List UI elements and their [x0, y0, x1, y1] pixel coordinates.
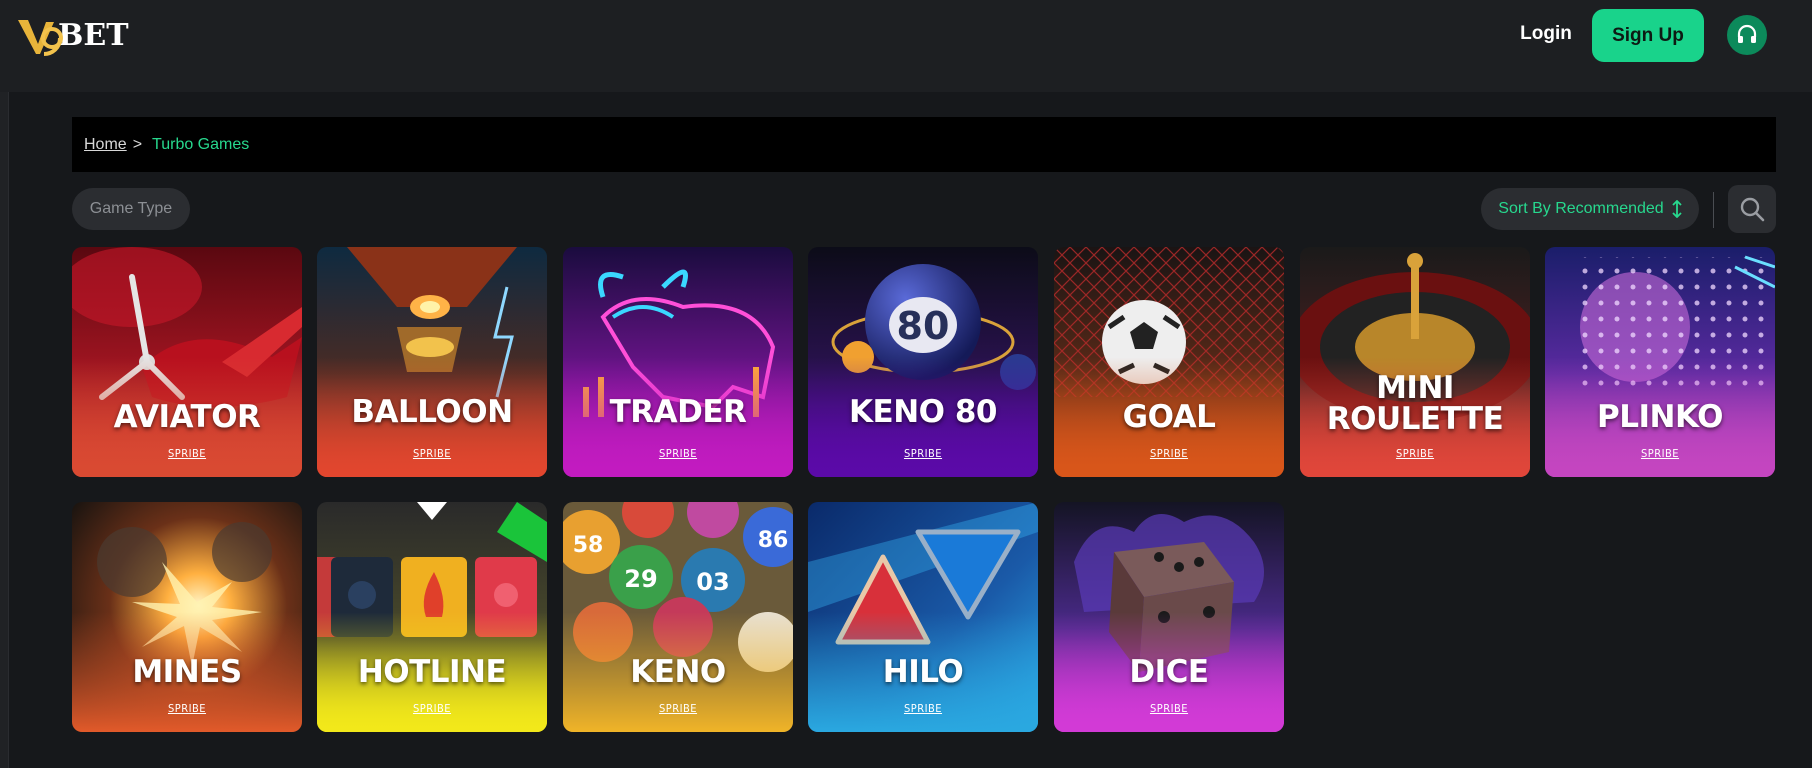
game-card-mini-roulette[interactable]: MINI ROULETTE SPRIBE: [1300, 247, 1530, 477]
game-provider-link[interactable]: SPRIBE: [317, 447, 547, 460]
game-title: BALLOON: [351, 394, 513, 430]
breadcrumb-current: Turbo Games: [152, 135, 250, 153]
breadcrumb: Home > Turbo Games: [72, 117, 1776, 172]
game-provider-link[interactable]: SPRIBE: [563, 702, 793, 715]
game-card-trader[interactable]: TRADER SPRIBE: [563, 247, 793, 477]
game-provider-link[interactable]: SPRIBE: [1054, 702, 1284, 715]
game-provider-link[interactable]: SPRIBE: [1545, 447, 1775, 460]
breadcrumb-separator: >: [132, 135, 143, 153]
sort-dropdown[interactable]: Sort By Recommended: [1481, 188, 1699, 230]
game-provider-link[interactable]: SPRIBE: [317, 702, 547, 715]
game-title: MINES: [132, 654, 242, 690]
game-title: KENO: [630, 654, 726, 690]
game-card-mines[interactable]: MINES SPRIBE: [72, 502, 302, 732]
search-icon: [1740, 197, 1765, 222]
game-provider-link[interactable]: SPRIBE: [563, 447, 793, 460]
game-provider-link[interactable]: SPRIBE: [1054, 447, 1284, 460]
game-title: GOAL: [1122, 399, 1216, 435]
sort-arrows-icon: [1672, 200, 1682, 218]
game-card-aviator[interactable]: AVIATOR SPRIBE: [72, 247, 302, 477]
game-provider-link[interactable]: SPRIBE: [1300, 447, 1530, 460]
game-card-hotline[interactable]: HOTLINE SPRIBE: [317, 502, 547, 732]
game-provider-link[interactable]: SPRIBE: [808, 447, 1038, 460]
game-title: HILO: [882, 654, 964, 690]
game-title: DICE: [1129, 654, 1209, 690]
login-button[interactable]: Login: [1508, 18, 1584, 50]
game-title: MINI ROULETTE: [1326, 370, 1504, 437]
game-type-filter[interactable]: Game Type: [72, 188, 190, 230]
search-button[interactable]: [1728, 185, 1776, 233]
svg-text:58: 58: [573, 533, 604, 558]
game-card-plinko[interactable]: PLINKO SPRIBE: [1545, 247, 1775, 477]
top-bar: BET Login Sign Up: [0, 0, 1812, 92]
svg-text:86: 86: [758, 528, 789, 553]
game-provider-link[interactable]: SPRIBE: [72, 447, 302, 460]
logo-text: BET: [58, 17, 129, 53]
game-provider-link[interactable]: SPRIBE: [808, 702, 1038, 715]
game-title: TRADER: [609, 394, 747, 430]
svg-text:80: 80: [897, 304, 950, 348]
game-provider-link[interactable]: SPRIBE: [72, 702, 302, 715]
game-card-keno[interactable]: 58 86 29 03 KENO SPRIBE: [563, 502, 793, 732]
support-button[interactable]: [1727, 15, 1767, 55]
game-title: KENO 80: [849, 394, 997, 430]
game-title: PLINKO: [1597, 399, 1723, 435]
svg-text:03: 03: [696, 568, 729, 596]
breadcrumb-home-link[interactable]: Home: [84, 136, 127, 154]
left-sidebar-edge: [0, 92, 9, 768]
game-card-balloon[interactable]: BALLOON SPRIBE: [317, 247, 547, 477]
sign-up-button[interactable]: Sign Up: [1592, 9, 1704, 62]
game-title: HOTLINE: [357, 654, 507, 690]
svg-text:29: 29: [624, 565, 657, 593]
toolbar-divider: [1713, 192, 1714, 228]
v9-logo-mark-icon: [18, 20, 63, 56]
game-card-hilo[interactable]: HILO SPRIBE: [808, 502, 1038, 732]
logo[interactable]: BET: [16, 12, 129, 58]
headset-icon: [1737, 24, 1757, 43]
game-title: AVIATOR: [113, 399, 261, 435]
game-card-dice[interactable]: DICE SPRIBE: [1054, 502, 1284, 732]
sort-label: Sort By Recommended: [1498, 200, 1664, 217]
game-card-goal[interactable]: GOAL SPRIBE: [1054, 247, 1284, 477]
game-card-keno-80[interactable]: 80 KENO 80 SPRIBE: [808, 247, 1038, 477]
